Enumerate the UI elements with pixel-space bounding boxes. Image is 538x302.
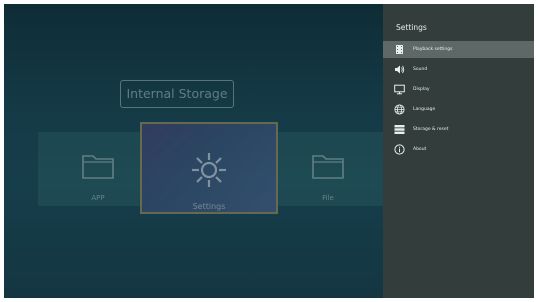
menu-item-label: About (413, 147, 427, 152)
gear-icon (189, 150, 229, 194)
info-icon (394, 144, 405, 155)
launcher-background: Internal Storage APP Settings File (4, 4, 383, 298)
menu-item-label: Display (413, 87, 430, 92)
app-tile-settings[interactable]: Settings (140, 122, 278, 214)
menu-item-playback-settings[interactable]: Playback settings (383, 41, 534, 58)
menu-item-storage-reset[interactable]: Storage & reset (383, 121, 534, 138)
menu-item-language[interactable]: Language (383, 101, 534, 118)
storage-title[interactable]: Internal Storage (120, 80, 234, 108)
app-tile-label: File (322, 194, 334, 202)
display-icon (394, 84, 405, 95)
app-tile-file[interactable]: File (278, 132, 378, 206)
storage-icon (394, 124, 405, 135)
menu-item-about[interactable]: About (383, 141, 534, 158)
menu-item-sound[interactable]: Sound (383, 61, 534, 78)
playback-icon (394, 44, 405, 55)
menu-item-label: Storage & reset (413, 127, 449, 132)
settings-panel: Settings Playback settings Sound Display… (383, 4, 534, 298)
menu-item-display[interactable]: Display (383, 81, 534, 98)
sound-icon (394, 64, 405, 75)
app-tile-label: Settings (192, 202, 226, 211)
menu-item-label: Playback settings (413, 47, 453, 52)
app-tile-label: APP (91, 194, 105, 202)
tv-screen: Internal Storage APP Settings File Setti… (4, 4, 534, 298)
globe-icon (394, 104, 405, 115)
folder-icon (311, 152, 345, 184)
folder-icon (81, 152, 115, 184)
app-tile-app[interactable]: APP (48, 132, 148, 206)
menu-item-label: Language (413, 107, 436, 112)
panel-title: Settings (396, 23, 427, 32)
menu-item-label: Sound (413, 67, 428, 72)
